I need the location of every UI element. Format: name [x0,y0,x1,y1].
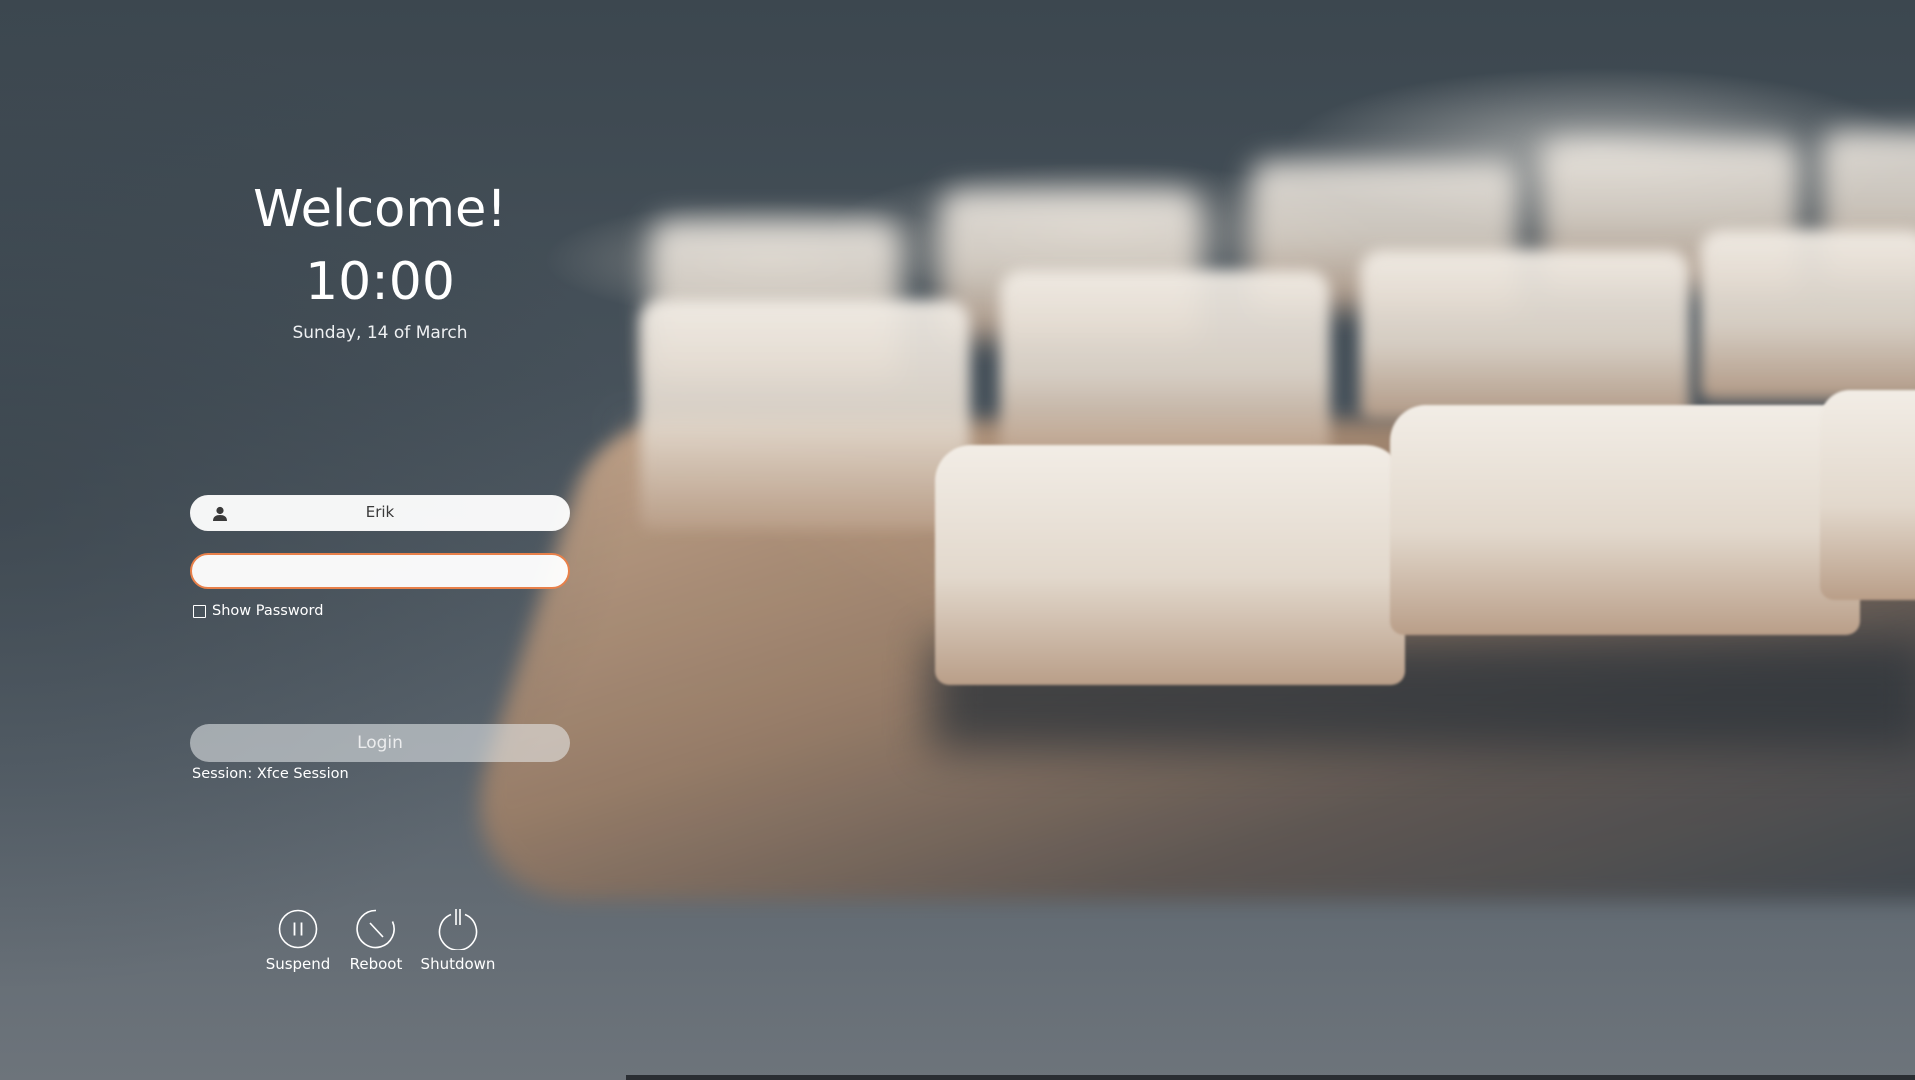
welcome-heading: Welcome! [253,180,507,239]
clock: 10:00 [305,252,455,312]
date-label: Sunday, 14 of March [292,323,468,343]
reboot-icon [356,909,395,949]
bottom-edge-bar [626,1075,1915,1080]
login-panel: Welcome! 10:00 Sunday, 14 of March Erik … [0,0,760,1080]
session-selector[interactable]: Session: Xfce Session [192,766,349,782]
show-password-checkbox[interactable]: Show Password [193,603,323,619]
suspend-label: Suspend [265,955,331,973]
login-screen: Welcome! 10:00 Sunday, 14 of March Erik … [0,0,1915,1080]
power-icon [438,909,478,950]
shutdown-label: Shutdown [420,955,496,973]
password-input[interactable] [190,553,570,589]
pause-circle-icon [278,909,318,949]
shutdown-button[interactable]: Shutdown [420,908,496,982]
username-field[interactable]: Erik [190,495,570,531]
reboot-label: Reboot [349,955,403,973]
username-text: Erik [365,503,395,521]
suspend-button[interactable]: Suspend [260,908,336,982]
login-button[interactable]: Login [190,724,570,762]
show-password-label: Show Password [212,603,324,619]
reboot-button[interactable]: Reboot [338,908,414,982]
checkbox-box[interactable] [193,604,206,618]
